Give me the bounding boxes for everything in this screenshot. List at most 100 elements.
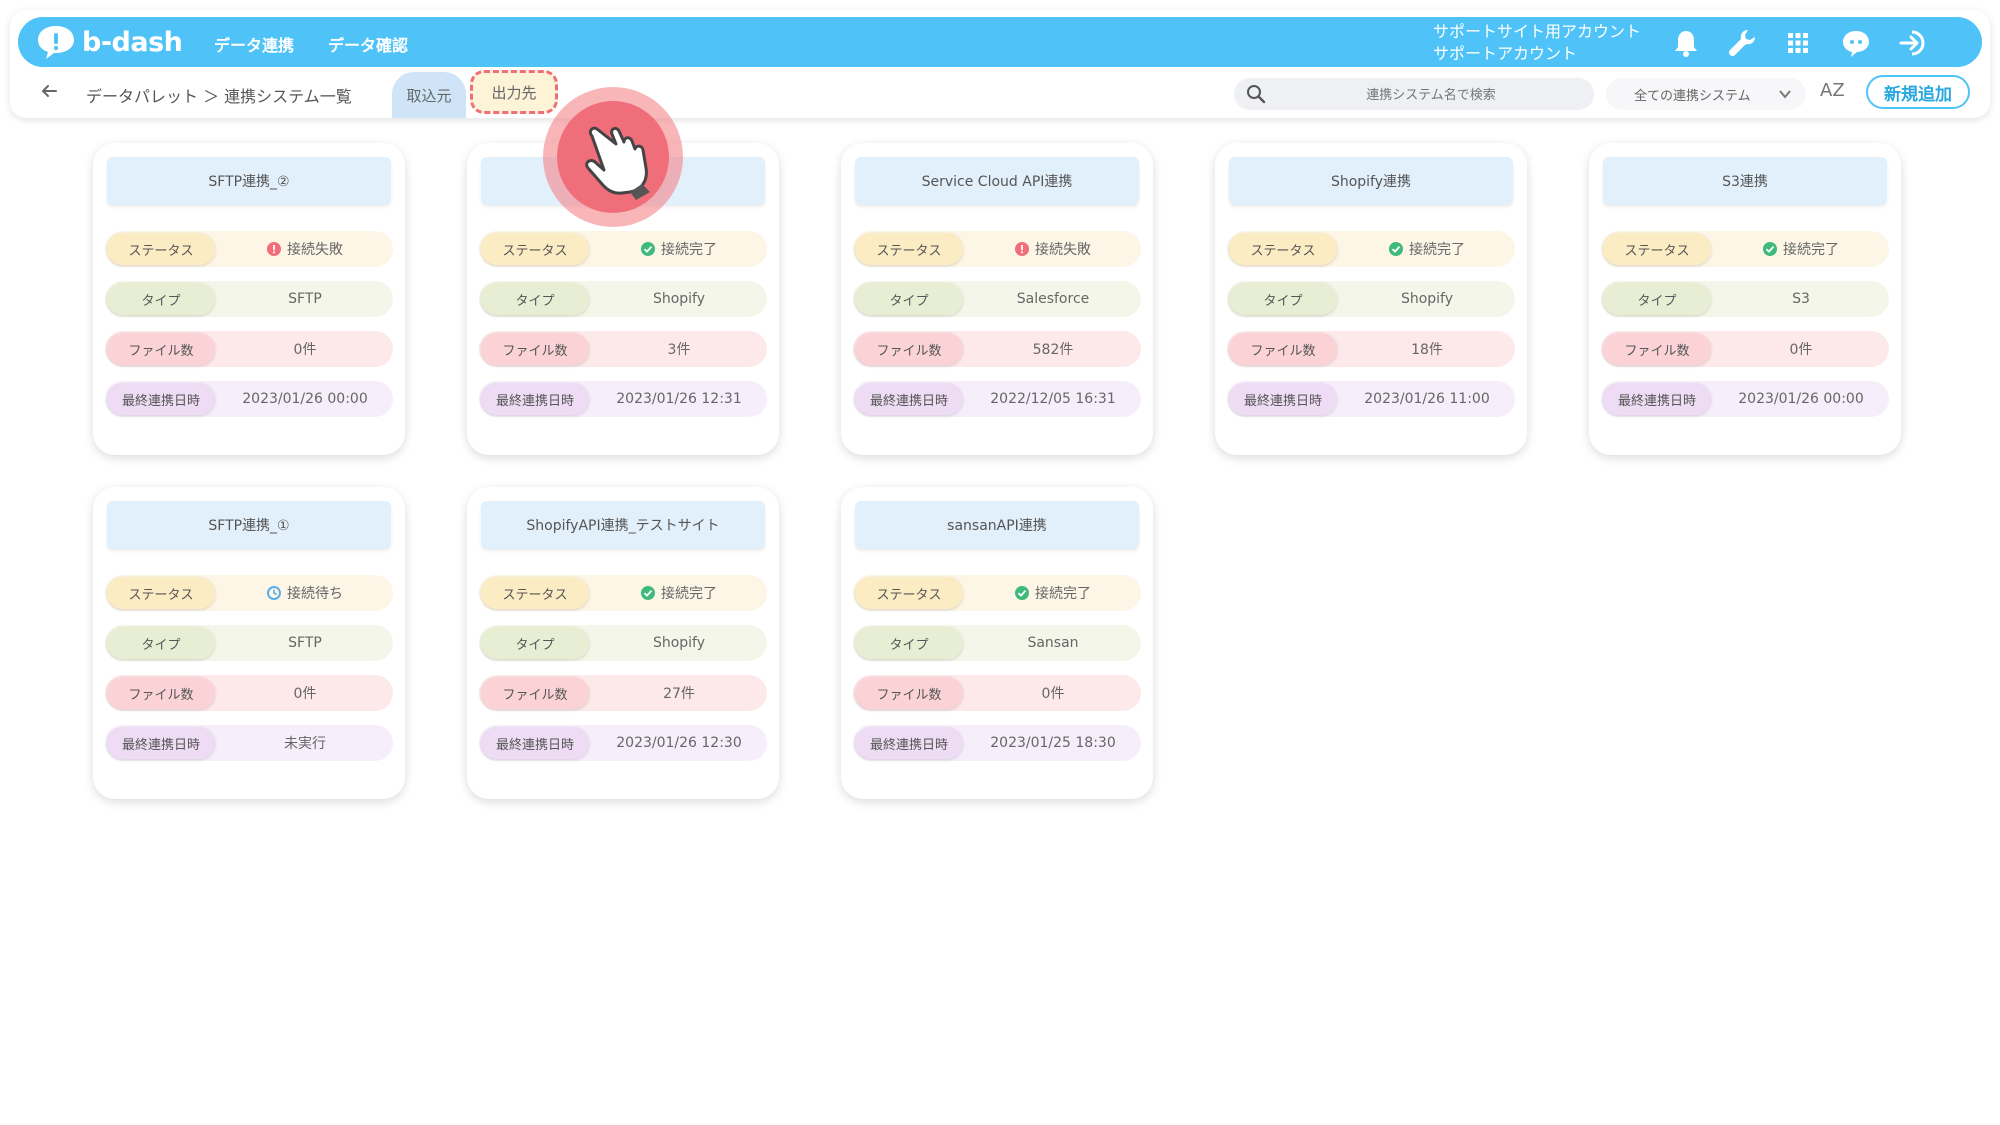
type-value: Shopify <box>652 635 706 651</box>
type-label: タイプ <box>481 283 589 315</box>
top-navigation-bar: b-dash データ連携 データ確認 サポートサイト用アカウント サポートアカウ… <box>18 17 1982 67</box>
last-sync-label: 最終連携日時 <box>1229 383 1337 415</box>
status-row: ステータス 接続完了 <box>479 575 767 611</box>
speech-bubble-logo-icon <box>38 26 74 59</box>
apps-grid-icon[interactable] <box>1782 27 1814 59</box>
tab-import-source[interactable]: 取込元 <box>392 72 466 118</box>
search-input[interactable] <box>1284 78 1578 112</box>
file-count-row: ファイル数 3件 <box>479 331 767 367</box>
sort-az-button[interactable]: AZ <box>1820 80 1845 101</box>
status-label: ステータス <box>855 233 963 265</box>
type-row: タイプ Shopify <box>479 281 767 317</box>
last-sync-value: 2023/01/26 00:00 <box>1738 391 1864 407</box>
status-label: ステータス <box>1229 233 1337 265</box>
check-icon <box>641 242 655 256</box>
system-card[interactable]: ShopifyAPI連携_テストサイト ステータス 接続完了 タイプ Shopify ファ… <box>467 487 779 799</box>
support-chat-icon[interactable] <box>1840 27 1872 59</box>
account-info[interactable]: サポートサイト用アカウント サポートアカウント <box>1433 21 1641 65</box>
last-sync-row: 最終連携日時 2023/01/26 00:00 <box>1601 381 1889 417</box>
system-card[interactable]: Shopify連携 ステータス 接続完了 タイプ Shopify ファイル数 18件 最終連携… <box>1215 143 1527 455</box>
status-value: 接続待ち <box>217 575 393 611</box>
type-row: タイプ SFTP <box>105 625 393 661</box>
type-label: タイプ <box>1603 283 1711 315</box>
last-sync-row: 最終連携日時 2023/01/26 12:31 <box>479 381 767 417</box>
type-value: SFTP <box>288 291 322 307</box>
bell-icon[interactable] <box>1670 27 1702 59</box>
account-line-1: サポートサイト用アカウント <box>1433 22 1642 41</box>
last-sync-value: 2023/01/26 12:30 <box>616 735 742 751</box>
file-count-value: 3件 <box>667 342 691 358</box>
status-value: 接続完了 <box>591 575 767 611</box>
waiting-icon <box>267 586 281 600</box>
type-value: Shopify <box>652 291 706 307</box>
type-label: タイプ <box>855 627 963 659</box>
status-text: 接続失敗 <box>1035 242 1091 258</box>
breadcrumb: データパレット ＞ 連携システム一覧 <box>86 87 352 106</box>
status-row: ステータス 接続完了 <box>1601 231 1889 267</box>
status-text: 接続完了 <box>1409 242 1465 258</box>
system-card[interactable]: sansanAPI連携 ステータス 接続完了 タイプ Sansan ファイル数 0件 最終連携… <box>841 487 1153 799</box>
card-title: S3連携 <box>1603 157 1887 205</box>
system-filter-select[interactable]: 全ての連携システム <box>1606 78 1806 110</box>
status-text: 接続完了 <box>661 586 717 602</box>
type-value: Salesforce <box>1016 291 1090 307</box>
card-title: sansanAPI連携 <box>855 501 1139 549</box>
wrench-icon[interactable] <box>1726 27 1758 59</box>
status-text: 接続完了 <box>661 242 717 258</box>
card-title: Service Cloud API連携 <box>855 157 1139 205</box>
type-label: タイプ <box>481 627 589 659</box>
nav-data-check[interactable]: データ確認 <box>328 32 408 56</box>
status-row: ステータス 接続完了 <box>479 231 767 267</box>
type-row: タイプ Shopify <box>479 625 767 661</box>
last-sync-value: 2023/01/26 12:31 <box>616 391 742 407</box>
last-sync-row: 最終連携日時 2023/01/26 11:00 <box>1227 381 1515 417</box>
add-new-button[interactable]: 新規追加 <box>1866 75 1970 109</box>
status-row: ステータス 接続完了 <box>1227 231 1515 267</box>
status-value: 接続完了 <box>1713 231 1889 267</box>
card-title: Shopify連携 <box>1229 157 1513 205</box>
error-icon <box>267 242 281 256</box>
status-value: 接続失敗 <box>965 231 1141 267</box>
type-value: Shopify <box>1400 291 1454 307</box>
file-count-value: 0件 <box>1789 342 1813 358</box>
nav-data-link[interactable]: データ連携 <box>214 32 294 56</box>
system-card[interactable]: Service Cloud API連携 ステータス 接続失敗 タイプ Salesforc… <box>841 143 1153 455</box>
status-row: ステータス 接続完了 <box>853 575 1141 611</box>
status-label: ステータス <box>855 577 963 609</box>
file-count-label: ファイル数 <box>107 677 215 709</box>
last-sync-value: 2023/01/25 18:30 <box>990 735 1116 751</box>
status-value: 接続失敗 <box>217 231 393 267</box>
system-card[interactable]: SFTP連携_② ステータス 接続失敗 タイプ SFTP ファイル数 0件 最終連携日時 202… <box>93 143 405 455</box>
last-sync-row: 最終連携日時 未実行 <box>105 725 393 761</box>
check-icon <box>1015 586 1029 600</box>
file-count-value: 18件 <box>1411 342 1443 358</box>
logout-icon[interactable] <box>1898 27 1930 59</box>
file-count-label: ファイル数 <box>855 333 963 365</box>
file-count-label: ファイル数 <box>107 333 215 365</box>
type-value: Sansan <box>1027 635 1079 651</box>
system-card[interactable]: SFTP連携_① ステータス 接続待ち タイプ SFTP ファイル数 0件 最終連携日時 未実行 <box>93 487 405 799</box>
last-sync-label: 最終連携日時 <box>1603 383 1711 415</box>
file-count-label: ファイル数 <box>855 677 963 709</box>
tap-pointer-hand-icon <box>543 87 683 227</box>
card-title: SFTP連携_① <box>107 501 391 549</box>
file-count-label: ファイル数 <box>1229 333 1337 365</box>
check-icon <box>641 586 655 600</box>
filter-selected-value: 全ての連携システム <box>1634 88 1751 104</box>
file-count-row: ファイル数 0件 <box>853 675 1141 711</box>
last-sync-row: 最終連携日時 2023/01/26 00:00 <box>105 381 393 417</box>
status-text: 接続待ち <box>287 586 343 602</box>
file-count-row: ファイル数 0件 <box>105 675 393 711</box>
system-card[interactable]: S3連携 ステータス 接続完了 タイプ S3 ファイル数 0件 最終連携日時 2023/01/2… <box>1589 143 1901 455</box>
file-count-value: 27件 <box>663 686 695 702</box>
last-sync-value: 2023/01/26 11:00 <box>1364 391 1490 407</box>
type-row: タイプ SFTP <box>105 281 393 317</box>
last-sync-row: 最終連携日時 2022/12/05 16:31 <box>853 381 1141 417</box>
chevron-down-icon <box>1779 90 1791 99</box>
file-count-value: 0件 <box>1041 686 1065 702</box>
sub-toolbar: データパレット ＞ 連携システム一覧 取込元 出力先 全ての連携システム AZ … <box>0 68 2000 118</box>
app-logo[interactable]: b-dash <box>36 23 183 61</box>
status-label: ステータス <box>481 577 589 609</box>
type-row: タイプ Sansan <box>853 625 1141 661</box>
back-arrow-icon[interactable] <box>38 80 60 102</box>
